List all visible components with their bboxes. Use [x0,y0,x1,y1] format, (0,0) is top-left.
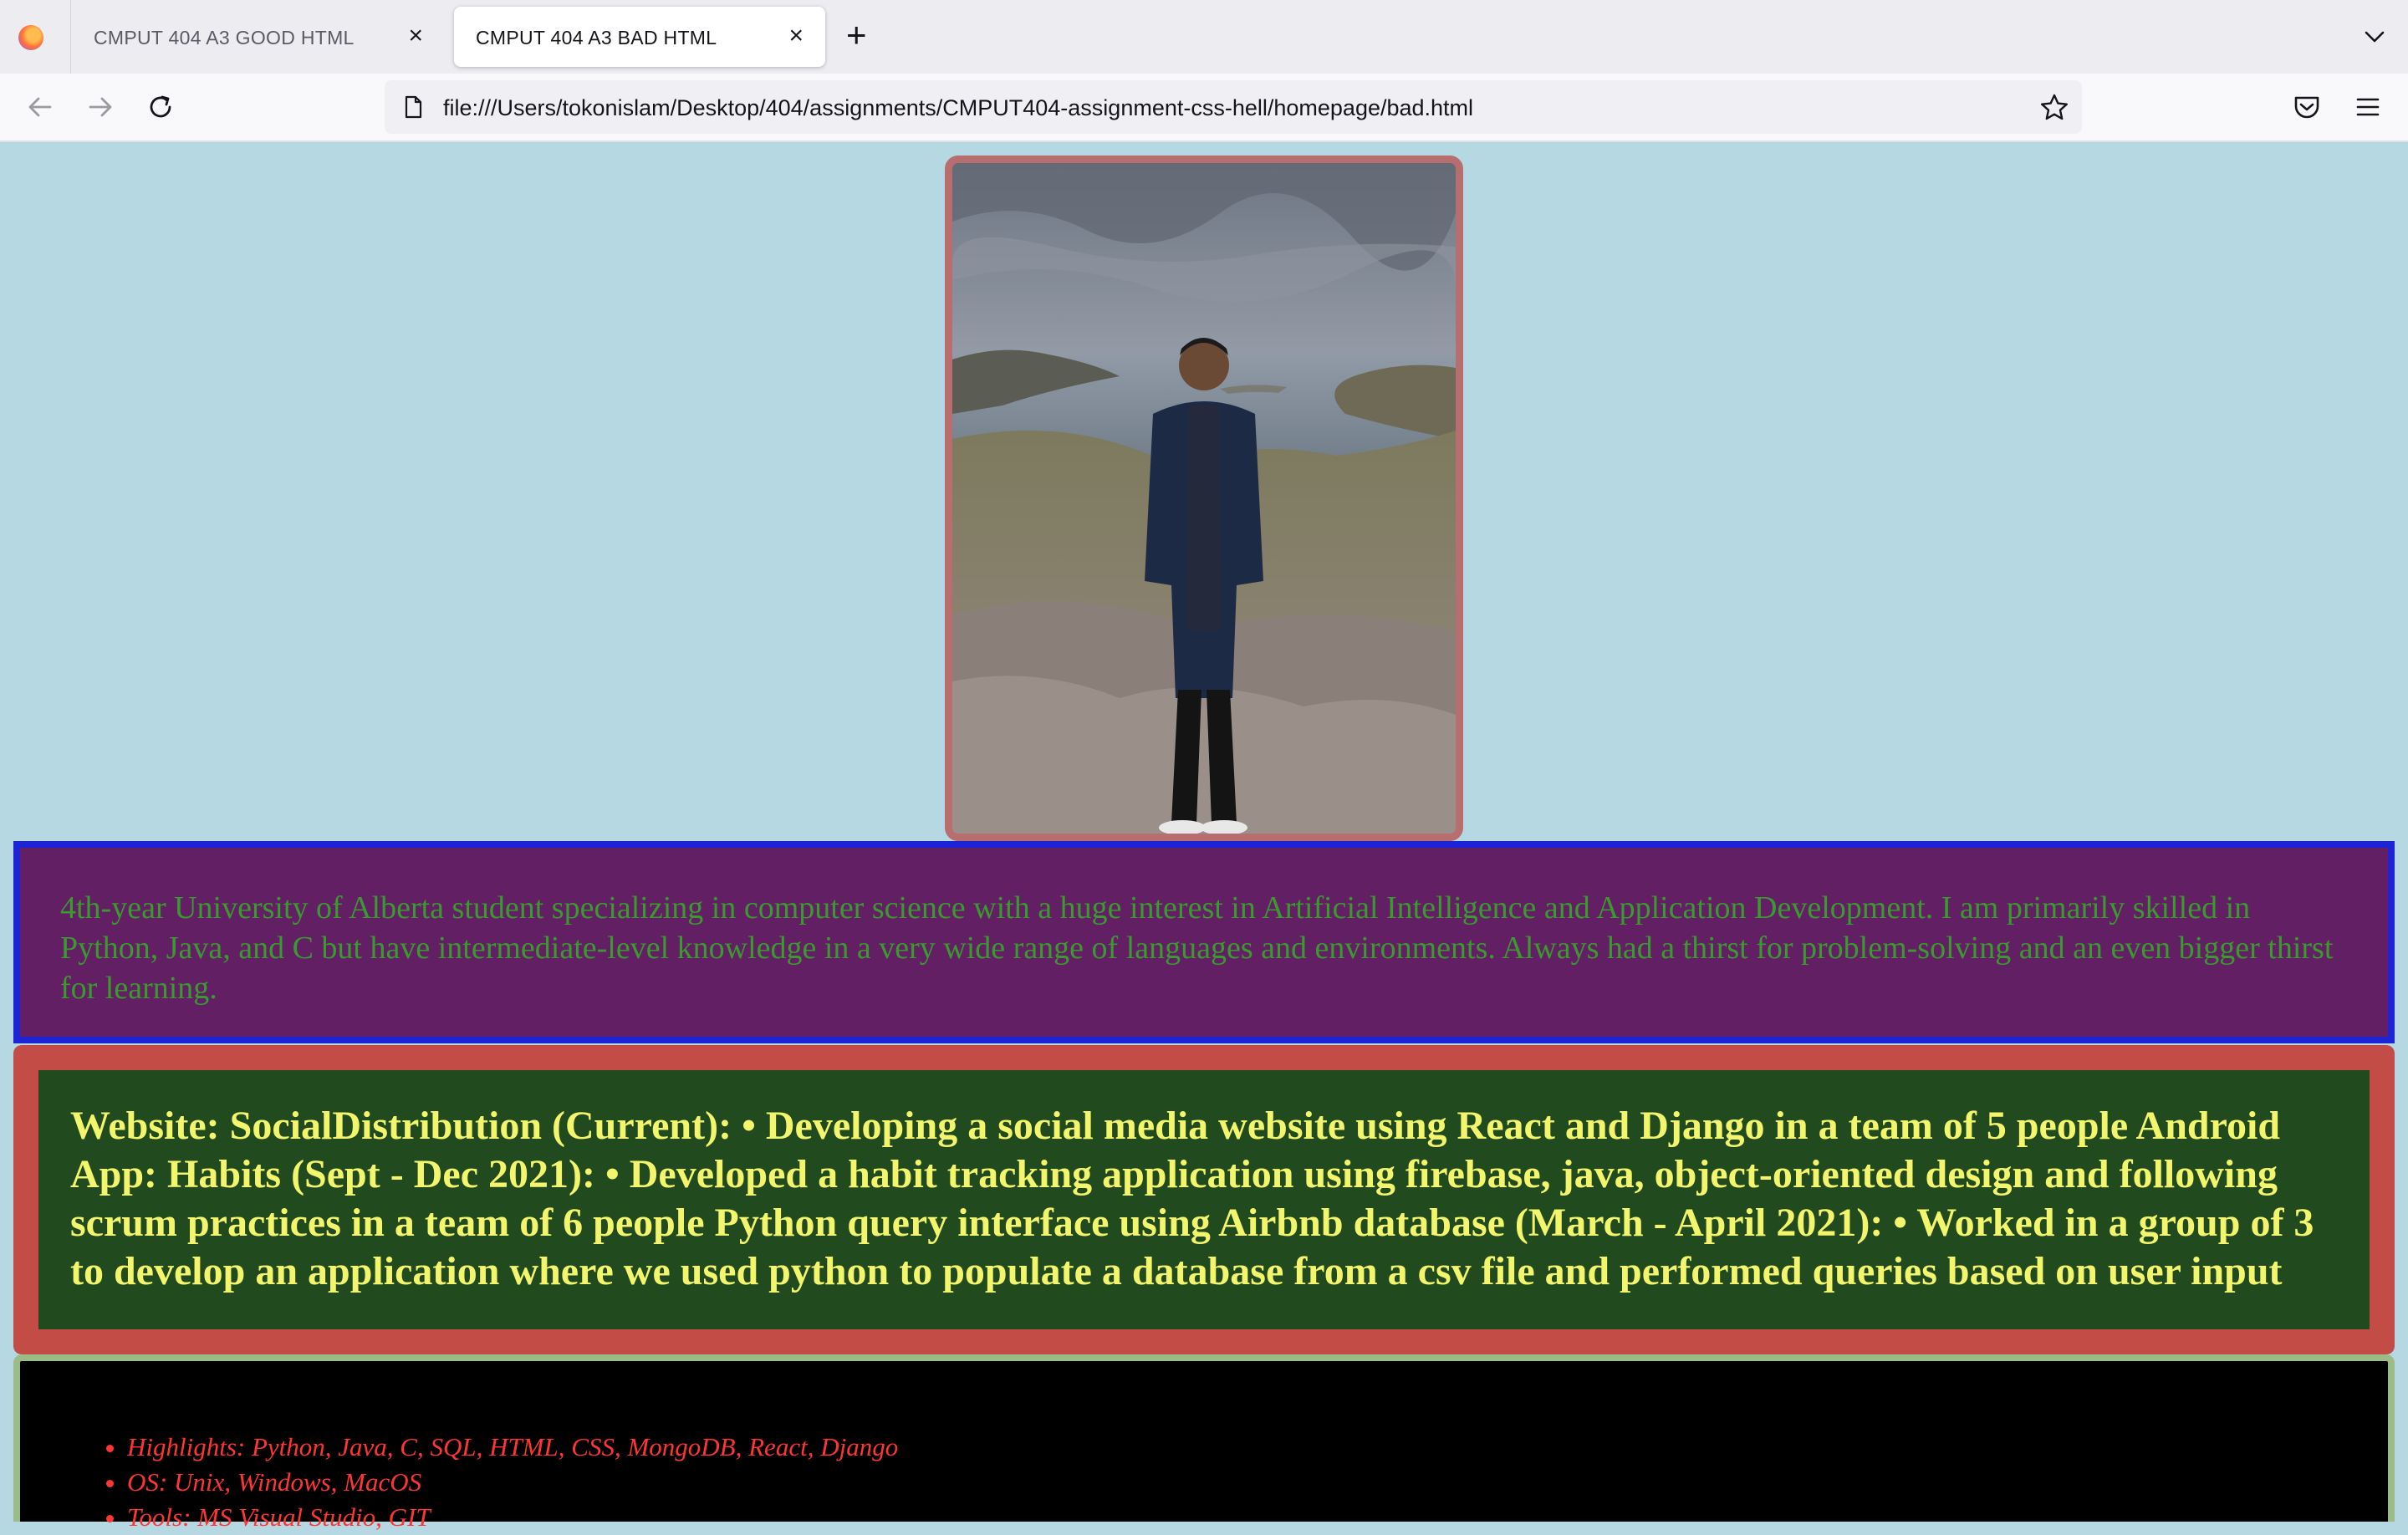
navigation-toolbar: file:///Users/tokonislam/Desktop/404/ass… [0,74,2408,142]
tab-bad-html[interactable]: CMPUT 404 A3 BAD HTML × [454,7,825,67]
skills-list: Highlights: Python, Java, C, SQL, HTML, … [64,1430,898,1535]
forward-arrow-icon[interactable] [82,89,119,125]
tab-list-chevron-icon[interactable] [2358,20,2391,54]
back-arrow-icon[interactable] [22,89,59,125]
experience-panel: Website: SocialDistribution (Current): •… [38,1070,2370,1329]
about-section: 4th-year University of Alberta student s… [13,841,2395,1043]
experience-text: Website: SocialDistribution (Current): •… [70,1104,2314,1293]
skills-section: Highlights: Python, Java, C, SQL, HTML, … [13,1354,2395,1532]
skills-item-highlights: Highlights: Python, Java, C, SQL, HTML, … [127,1430,898,1465]
profile-photo-image [952,163,1456,834]
bookmark-star-icon[interactable] [2038,92,2070,124]
tab-title: CMPUT 404 A3 BAD HTML [476,27,717,48]
reload-icon[interactable] [142,89,179,125]
new-tab-button[interactable]: + [846,17,867,54]
tab-good-html[interactable]: CMPUT 404 A3 GOOD HTML × [72,7,445,67]
profile-photo [945,156,1463,841]
tab-close-icon[interactable]: × [408,22,423,50]
skills-item-tools: Tools: MS Visual Studio, GIT [127,1500,898,1535]
url-text[interactable]: file:///Users/tokonislam/Desktop/404/ass… [443,95,1473,121]
tab-title: CMPUT 404 A3 GOOD HTML [94,27,355,48]
pocket-icon[interactable] [2288,89,2325,125]
tab-close-icon[interactable]: × [788,22,804,50]
about-text: 4th-year University of Alberta student s… [60,890,2334,1006]
firefox-logo-icon[interactable] [18,25,43,50]
menu-icon[interactable] [2349,89,2386,125]
skills-item-os: OS: Unix, Windows, MacOS [127,1465,898,1500]
tab-strip: CMPUT 404 A3 GOOD HTML × CMPUT 404 A3 BA… [0,0,2408,74]
tab-separator [70,0,71,74]
page-icon [405,95,422,119]
address-bar[interactable]: file:///Users/tokonislam/Desktop/404/ass… [385,80,2082,134]
experience-section: Website: SocialDistribution (Current): •… [13,1045,2395,1354]
